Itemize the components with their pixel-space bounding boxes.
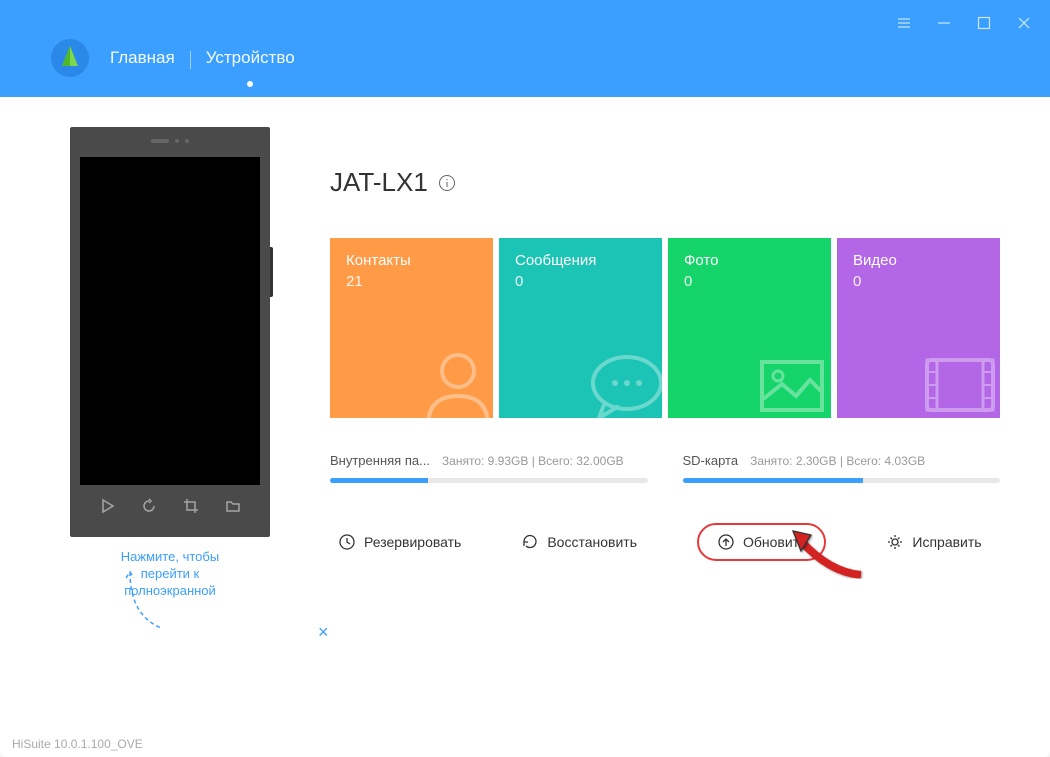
messages-icon: [577, 338, 662, 418]
storage-stats: Занято: 2.30GB | Всего: 4.03GB: [750, 454, 925, 468]
videos-icon: [915, 338, 1000, 418]
crop-icon[interactable]: [180, 495, 202, 517]
tile-label: Видео: [853, 252, 984, 269]
header: Главная Устройство: [0, 0, 1050, 97]
refresh-icon[interactable]: [138, 495, 160, 517]
tile-count: 21: [346, 273, 477, 290]
window-controls: [893, 12, 1035, 34]
repair-button[interactable]: Исправить: [886, 533, 981, 551]
action-label: Обновить: [743, 534, 806, 550]
phone-screen[interactable]: [80, 157, 260, 485]
contacts-icon: [408, 338, 493, 418]
actions-row: Резервировать Восстановить Обновить Испр…: [330, 523, 1000, 561]
tile-photos[interactable]: Фото 0: [668, 238, 831, 418]
phone-side-button: [270, 247, 273, 297]
storage-bar-fill: [683, 478, 864, 483]
phone-nav-bar: [80, 485, 260, 527]
folder-icon[interactable]: [222, 495, 244, 517]
app-logo: [50, 38, 90, 83]
hint-arrow: [116, 570, 176, 640]
category-tiles: Контакты 21 Сообщения 0 Фото 0 Видео 0: [330, 238, 1000, 418]
gear-icon: [886, 533, 904, 551]
clock-icon: [338, 533, 356, 551]
storage-internal: Внутренняя па... Занято: 9.93GB | Всего:…: [330, 453, 648, 483]
tile-count: 0: [853, 273, 984, 290]
storage-bar-fill: [330, 478, 428, 483]
close-icon[interactable]: [1013, 12, 1035, 34]
storage-section: Внутренняя па... Занято: 9.93GB | Всего:…: [330, 453, 1000, 483]
maximize-icon[interactable]: [973, 12, 995, 34]
minimize-icon[interactable]: [933, 12, 955, 34]
storage-stats: Занято: 9.93GB | Всего: 32.00GB: [442, 454, 624, 468]
hint-close-icon[interactable]: ×: [318, 622, 329, 643]
nav-separator: [190, 51, 191, 69]
storage-bar: [683, 478, 1001, 483]
storage-bar: [330, 478, 648, 483]
storage-sd: SD-карта Занято: 2.30GB | Всего: 4.03GB: [683, 453, 1001, 483]
nav-device-label: Устройство: [206, 48, 295, 67]
photos-icon: [746, 338, 831, 418]
nav-device[interactable]: Устройство: [206, 48, 295, 72]
tile-label: Сообщения: [515, 252, 646, 269]
tile-messages[interactable]: Сообщения 0: [499, 238, 662, 418]
update-button[interactable]: Обновить: [697, 523, 826, 561]
action-label: Исправить: [912, 534, 981, 550]
device-title: JAT-LX1: [330, 167, 1000, 198]
update-icon: [717, 533, 735, 551]
tile-label: Контакты: [346, 252, 477, 269]
action-label: Восстановить: [547, 534, 637, 550]
tile-videos[interactable]: Видео 0: [837, 238, 1000, 418]
phone-sensor-dots: [151, 139, 189, 143]
storage-name: Внутренняя па...: [330, 453, 430, 468]
device-name-text: JAT-LX1: [330, 167, 428, 198]
tile-contacts[interactable]: Контакты 21: [330, 238, 493, 418]
restore-icon: [521, 533, 539, 551]
nav: Главная Устройство: [110, 48, 295, 72]
tile-label: Фото: [684, 252, 815, 269]
nav-active-indicator: [247, 81, 253, 87]
storage-name: SD-карта: [683, 453, 739, 468]
play-icon[interactable]: [96, 495, 118, 517]
tile-count: 0: [515, 273, 646, 290]
action-label: Резервировать: [364, 534, 461, 550]
nav-home[interactable]: Главная: [110, 48, 175, 72]
info-icon[interactable]: [438, 174, 456, 192]
menu-icon[interactable]: [893, 12, 915, 34]
restore-button[interactable]: Восстановить: [521, 533, 637, 551]
backup-button[interactable]: Резервировать: [338, 533, 461, 551]
tile-count: 0: [684, 273, 815, 290]
main-column: JAT-LX1 Контакты 21 Сообщения 0 Фото 0 В…: [330, 127, 1000, 727]
footer-version: HiSuite 10.0.1.100_OVE: [12, 737, 143, 751]
phone-mock: [70, 127, 270, 537]
